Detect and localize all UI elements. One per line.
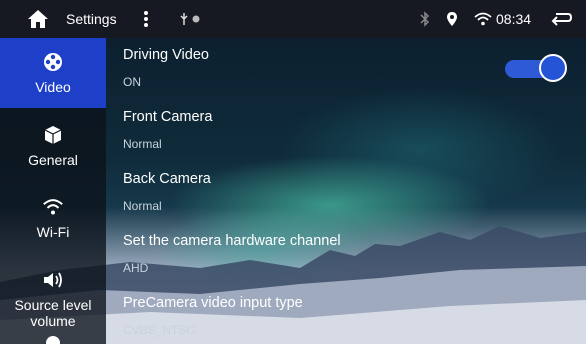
sidebar-item-label: Source level volume [14, 297, 92, 329]
dot-icon [192, 0, 200, 38]
setting-title: PreCamera video input type [123, 295, 303, 311]
sidebar: Video General Wi-Fi Source level volume [0, 38, 106, 344]
setting-title: Back Camera [123, 171, 211, 187]
sidebar-item-video[interactable]: Video [0, 38, 106, 108]
toggle-knob [539, 54, 567, 82]
setting-front-camera[interactable]: Front Camera [123, 109, 212, 125]
bluetooth-icon [420, 0, 430, 38]
speaker-icon [42, 269, 64, 291]
setting-camera-hardware-channel[interactable]: Set the camera hardware channel [123, 233, 341, 249]
sidebar-item-wifi[interactable]: Wi-Fi [0, 186, 106, 250]
setting-value: Normal [123, 199, 162, 213]
sidebar-item-source-level-volume[interactable]: Source level volume [0, 264, 106, 334]
sidebar-item-label: General [28, 152, 78, 168]
setting-back-camera[interactable]: Back Camera [123, 171, 211, 187]
status-title: Settings [66, 11, 117, 27]
status-bar: Settings 08:34 [0, 0, 586, 38]
setting-title: Set the camera hardware channel [123, 233, 341, 249]
usb-icon [179, 0, 189, 38]
back-icon[interactable] [550, 0, 572, 38]
location-pin-icon [446, 0, 458, 38]
setting-title: Front Camera [123, 109, 213, 125]
clock: 08:34 [496, 11, 532, 27]
next-item-icon-partial [46, 336, 60, 344]
more-vert-icon[interactable] [143, 0, 149, 38]
setting-value: CVBS_NTSC [123, 323, 196, 337]
driving-video-toggle[interactable] [505, 54, 571, 82]
cube-icon [42, 124, 64, 146]
sidebar-item-label: Wi-Fi [36, 224, 70, 240]
wifi-icon [42, 196, 64, 218]
setting-value: Normal [123, 137, 162, 151]
setting-value: ON [123, 75, 141, 89]
sidebar-item-label: Video [35, 79, 71, 95]
setting-precamera-input-type[interactable]: PreCamera video input type [123, 295, 303, 311]
wifi-status-icon [474, 0, 492, 38]
home-icon[interactable] [26, 0, 50, 38]
sidebar-item-general[interactable]: General [0, 114, 106, 178]
film-reel-icon [42, 51, 64, 73]
settings-screen: Settings 08:34 Video General Wi-Fi Sourc… [0, 0, 586, 344]
setting-title: Driving Video [123, 47, 209, 63]
setting-value: AHD [123, 261, 149, 275]
setting-driving-video[interactable]: Driving Video [123, 47, 209, 63]
